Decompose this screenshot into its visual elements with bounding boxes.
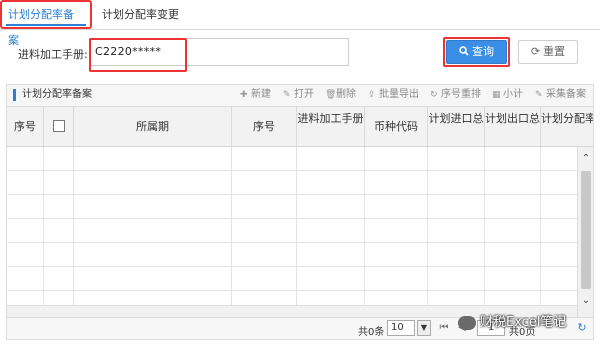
tab-label: 计划分配率备案 bbox=[8, 8, 74, 47]
trash-icon: 🗑 bbox=[325, 90, 337, 100]
reset-button[interactable]: ⟳ 重置 bbox=[518, 40, 578, 64]
plus-icon: ✚ bbox=[240, 90, 248, 100]
refresh-icon: ↻ bbox=[430, 90, 438, 100]
edit-icon: ✎ bbox=[283, 90, 291, 100]
scroll-up-icon[interactable]: ⌃ bbox=[580, 153, 592, 165]
table-row[interactable] bbox=[7, 195, 577, 219]
reset-label: 重置 bbox=[543, 45, 566, 58]
collect-filing-button[interactable]: ✎ 采集备案 bbox=[535, 89, 586, 101]
new-button[interactable]: ✚ 新建 bbox=[240, 89, 271, 101]
open-button[interactable]: ✎ 打开 bbox=[283, 89, 314, 101]
horizontal-scrollbar[interactable] bbox=[7, 305, 577, 317]
tab-bar: 计划分配率备案 计划分配率变更 bbox=[0, 0, 600, 47]
col-header-plan-import[interactable]: 计划进口总 bbox=[428, 107, 485, 147]
col-header-select-all[interactable] bbox=[44, 107, 74, 147]
column-divider bbox=[540, 147, 541, 317]
table-header: 序号 所属期 序号 进料加工手册 币种代码 计划进口总 计划出口总 计划分配率 bbox=[7, 107, 593, 147]
tab-plan-allocation-change[interactable]: 计划分配率变更 bbox=[96, 0, 185, 30]
column-divider bbox=[484, 147, 485, 317]
first-page-icon[interactable]: ⏮ bbox=[437, 320, 451, 336]
open-label: 打开 bbox=[294, 89, 314, 100]
export-icon: ⇪ bbox=[368, 90, 376, 100]
col-header-row-no[interactable]: 序号 bbox=[7, 107, 44, 147]
delete-label: 删除 bbox=[336, 89, 356, 100]
chevron-down-icon[interactable]: ▼ bbox=[417, 320, 431, 336]
handbook-input-value: C2220***** bbox=[95, 45, 162, 58]
new-label: 新建 bbox=[251, 89, 271, 100]
select-all-checkbox[interactable] bbox=[52, 120, 65, 132]
search-icon bbox=[459, 46, 469, 56]
column-divider bbox=[427, 147, 428, 317]
vertical-scrollbar[interactable]: ⌃ ⌄ bbox=[577, 147, 593, 317]
col-header-handbook[interactable]: 进料加工手册 bbox=[297, 107, 365, 147]
page-size-select[interactable]: 10 bbox=[387, 320, 415, 336]
grid-title: 计划分配率备案 bbox=[13, 89, 92, 101]
delete-button[interactable]: 🗑删除 bbox=[325, 89, 356, 101]
reset-icon: ⟳ bbox=[530, 45, 541, 58]
column-divider bbox=[73, 147, 74, 317]
batch-export-label: 批量导出 bbox=[379, 89, 419, 100]
col-header-plan-export[interactable]: 计划出口总 bbox=[485, 107, 541, 147]
subtotal-button[interactable]: ▦ 小计 bbox=[492, 89, 523, 101]
total-count: 共0条 bbox=[358, 327, 385, 338]
grid-panel: 计划分配率备案 ✚ 新建 ✎ 打开 🗑删除 ⇪ 批量导出 ↻ 序号重排 ▦ 小计 ✎ 采集备… bbox=[6, 84, 594, 340]
handbook-label: 进料加工手册: bbox=[18, 48, 88, 61]
total-pages: 共0页 bbox=[509, 327, 536, 338]
scroll-thumb[interactable] bbox=[581, 171, 591, 289]
col-header-period[interactable]: 所属期 bbox=[74, 107, 232, 147]
col-header-seq[interactable]: 序号 bbox=[232, 107, 297, 147]
query-label: 查询 bbox=[472, 45, 494, 58]
grid-toolbar: 计划分配率备案 ✚ 新建 ✎ 打开 🗑删除 ⇪ 批量导出 ↻ 序号重排 ▦ 小计 ✎ 采集备… bbox=[7, 85, 593, 107]
pagination-bar: 共0条 10 ▼ ⏮ ◀ 1 共0页 ↻ bbox=[7, 317, 593, 339]
collect-filing-label: 采集备案 bbox=[546, 89, 586, 100]
page-number-input[interactable]: 1 bbox=[477, 320, 505, 336]
col-header-plan-rate[interactable]: 计划分配率 bbox=[541, 107, 593, 147]
renumber-label: 序号重排 bbox=[441, 89, 481, 100]
column-divider bbox=[43, 147, 44, 317]
table-row[interactable] bbox=[7, 171, 577, 195]
scroll-down-icon[interactable]: ⌄ bbox=[580, 295, 592, 307]
refresh-icon[interactable]: ↻ bbox=[575, 320, 589, 336]
tab-label: 计划分配率变更 bbox=[102, 8, 179, 21]
subtotal-label: 小计 bbox=[503, 89, 523, 100]
query-button[interactable]: 查询 bbox=[446, 40, 507, 64]
column-divider bbox=[231, 147, 232, 317]
batch-export-button[interactable]: ⇪ 批量导出 bbox=[368, 89, 419, 101]
prev-page-icon[interactable]: ◀ bbox=[455, 320, 469, 336]
table-row[interactable] bbox=[7, 243, 577, 267]
table-row[interactable] bbox=[7, 147, 577, 171]
tab-plan-allocation-filing[interactable]: 计划分配率备案 bbox=[0, 0, 92, 47]
active-tab-indicator bbox=[6, 24, 86, 26]
edit-icon: ✎ bbox=[535, 90, 543, 100]
renumber-button[interactable]: ↻ 序号重排 bbox=[430, 89, 481, 101]
table-row[interactable] bbox=[7, 267, 577, 291]
column-divider bbox=[364, 147, 365, 317]
calculator-icon: ▦ bbox=[492, 90, 501, 100]
col-header-currency[interactable]: 币种代码 bbox=[365, 107, 428, 147]
table-row[interactable] bbox=[7, 219, 577, 243]
column-divider bbox=[296, 147, 297, 317]
